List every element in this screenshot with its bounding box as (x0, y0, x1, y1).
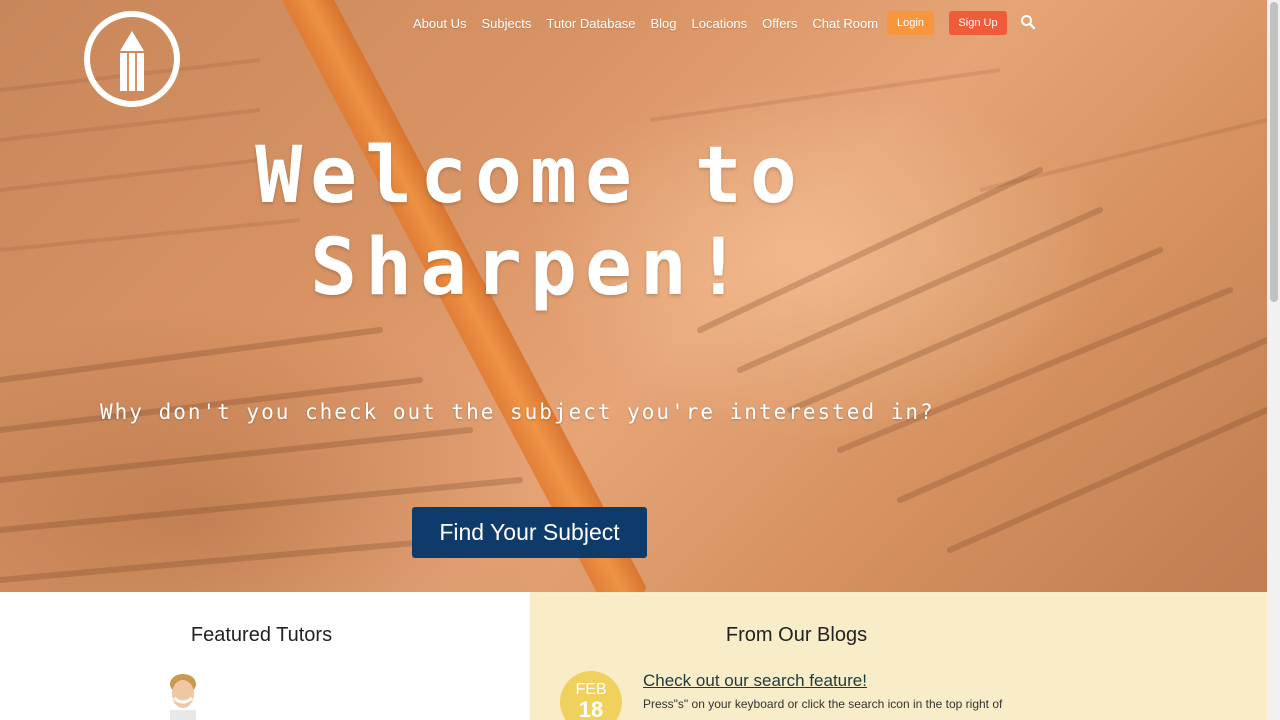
nav-offers[interactable]: Offers (762, 16, 797, 31)
nav-blog[interactable]: Blog (650, 16, 676, 31)
scrollbar-thumb[interactable] (1270, 2, 1278, 302)
hero-title-line2: Sharpen! (310, 223, 750, 313)
hero-title-line1: Welcome to (255, 131, 805, 221)
search-icon[interactable] (1020, 14, 1036, 30)
site-logo[interactable] (84, 11, 180, 107)
post-excerpt: Press"s" on your keyboard or click the s… (643, 697, 1003, 711)
nav-about-us[interactable]: About Us (413, 16, 466, 31)
nav-chat-room[interactable]: Chat Room (812, 16, 878, 31)
login-button[interactable]: Login (887, 11, 934, 35)
hero-title: Welcome to Sharpen! (150, 130, 910, 314)
post-date-badge: FEB 18 (560, 671, 622, 720)
page-scrollbar[interactable] (1267, 0, 1280, 720)
tutor-avatar[interactable] (160, 670, 206, 720)
nav-tutor-database[interactable]: Tutor Database (546, 16, 635, 31)
featured-tutors-heading: Featured Tutors (190, 624, 333, 646)
hero-subtitle: Why don't you check out the subject you'… (100, 400, 935, 424)
signup-button[interactable]: Sign Up (949, 11, 1007, 35)
blogs-section: From Our Blogs FEB 18 Check out our sear… (530, 592, 1267, 720)
featured-tutors-section: Featured Tutors (0, 592, 530, 720)
pencil-logo-icon (120, 31, 144, 91)
nav-subjects[interactable]: Subjects (481, 16, 531, 31)
find-your-subject-button[interactable]: Find Your Subject (412, 507, 647, 558)
post-title-link[interactable]: Check out our search feature! (643, 671, 867, 691)
blogs-heading: From Our Blogs (725, 624, 868, 646)
nav-locations[interactable]: Locations (692, 16, 748, 31)
main-nav: About Us Subjects Tutor Database Blog Lo… (413, 11, 893, 35)
post-date-day: 18 (578, 697, 604, 720)
